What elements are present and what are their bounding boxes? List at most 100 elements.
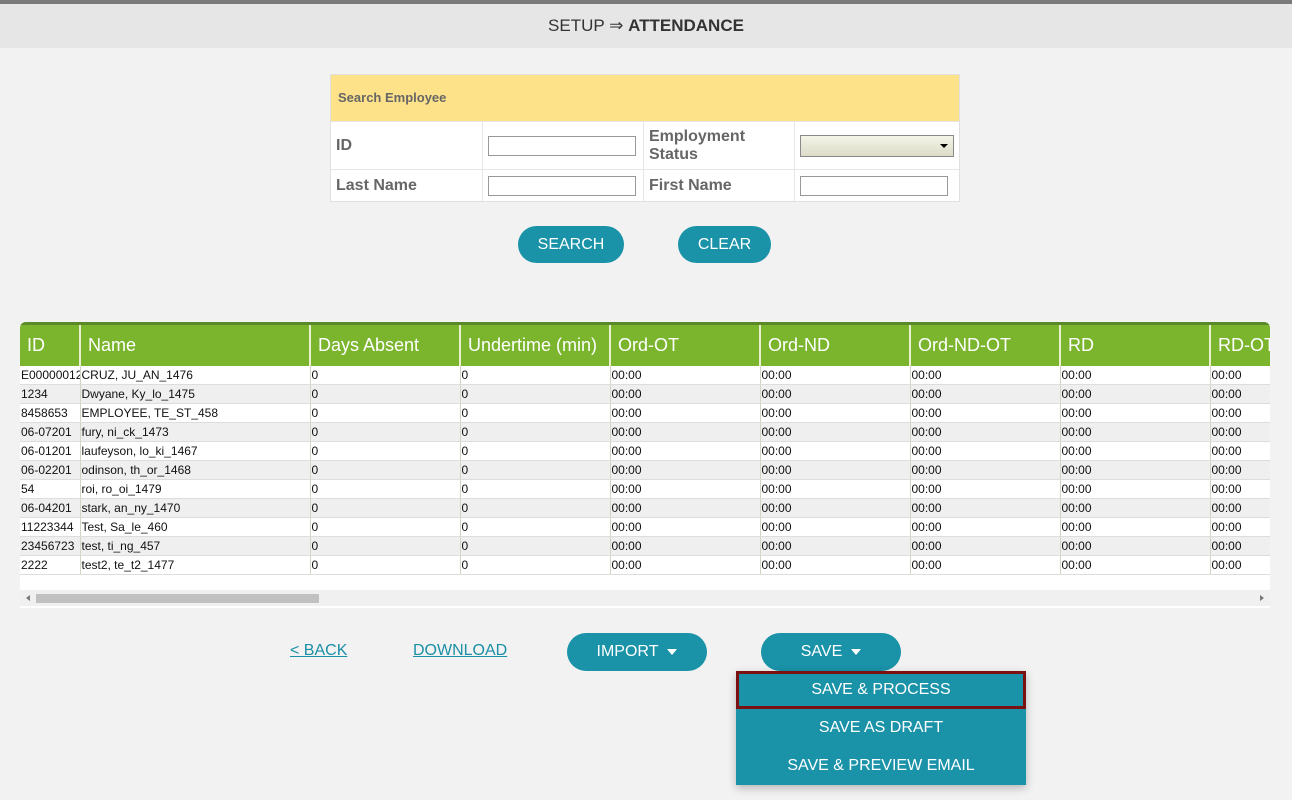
table-cell[interactable]: 00:00 (910, 366, 1061, 385)
table-cell[interactable]: 00:00 (1060, 460, 1211, 480)
table-cell[interactable]: 00:00 (760, 517, 911, 537)
table-cell[interactable]: 0 (310, 498, 461, 518)
table-cell[interactable]: 0 (310, 536, 461, 556)
table-cell[interactable]: 00:00 (910, 479, 1061, 499)
table-cell[interactable]: 00:00 (760, 441, 911, 461)
download-link[interactable]: DOWNLOAD (413, 642, 507, 660)
scrollbar-thumb[interactable] (36, 594, 319, 603)
table-cell[interactable]: 00:00 (760, 366, 911, 385)
table-cell[interactable]: 00:00 (910, 422, 1061, 442)
table-row[interactable]: 06-01201 laufeyson, lo_ki_1467 0 0 00:00 00:0… (20, 441, 1270, 461)
table-cell[interactable]: 00:00 (610, 555, 761, 575)
table-cell[interactable]: 00:00 (1060, 498, 1211, 518)
table-cell[interactable]: 00:00 (760, 422, 911, 442)
table-cell[interactable]: 00:00 (1060, 403, 1211, 423)
table-cell[interactable]: 00:00 (1210, 441, 1270, 461)
table-cell[interactable]: 00:00 (910, 555, 1061, 575)
table-cell[interactable]: 0 (460, 441, 611, 461)
table-cell[interactable]: 00:00 (610, 366, 761, 385)
table-cell[interactable]: 00:00 (610, 498, 761, 518)
table-cell[interactable]: 0 (310, 441, 461, 461)
column-header[interactable]: ID (20, 322, 81, 366)
table-cell[interactable]: 0 (460, 403, 611, 423)
save-process-item[interactable]: SAVE & PROCESS (736, 671, 1026, 709)
table-row[interactable]: 06-07201 fury, ni_ck_1473 0 0 00:00 00:00 00:0… (20, 422, 1270, 442)
table-row[interactable]: 1234 Dwyane, Ky_lo_1475 0 0 00:00 00:00 00:00 0… (20, 384, 1270, 404)
save-preview-email-item[interactable]: SAVE & PREVIEW EMAIL (736, 747, 1026, 785)
column-header[interactable]: Days Absent (310, 322, 461, 366)
table-cell[interactable]: 0 (460, 536, 611, 556)
column-header[interactable]: Name (80, 322, 311, 366)
table-row[interactable]: 11223344 Test, Sa_le_460 0 0 00:00 00:00 00:00… (20, 517, 1270, 537)
import-button[interactable]: IMPORT (567, 633, 707, 671)
table-row[interactable]: 06-02201 odinson, th_or_1468 0 0 00:00 00:00 0… (20, 460, 1270, 480)
column-header[interactable]: RD (1060, 322, 1211, 366)
save-draft-item[interactable]: SAVE AS DRAFT (736, 709, 1026, 747)
table-cell[interactable]: 00:00 (1060, 441, 1211, 461)
table-cell[interactable]: 00:00 (1210, 479, 1270, 499)
table-cell[interactable]: 00:00 (1210, 460, 1270, 480)
table-cell[interactable]: 00:00 (610, 441, 761, 461)
table-row[interactable]: E000000123CRUZ, JU_AN_14760000:0000:0000… (20, 366, 1270, 385)
column-header[interactable]: RD-OT (1210, 322, 1270, 366)
table-cell[interactable]: 00:00 (910, 441, 1061, 461)
table-cell[interactable]: 0 (460, 555, 611, 575)
first-name-input[interactable] (800, 175, 948, 196)
table-cell[interactable]: 00:00 (760, 498, 911, 518)
column-header[interactable]: Ord-ND (760, 322, 911, 366)
table-cell[interactable]: 00:00 (910, 384, 1061, 404)
table-cell[interactable]: 00:00 (1060, 422, 1211, 442)
table-row[interactable]: 06-04201 stark, an_ny_1470 0 0 00:00 00:00 00:… (20, 498, 1270, 518)
table-cell[interactable]: 00:00 (1210, 384, 1270, 404)
table-cell[interactable]: 0 (460, 460, 611, 480)
table-cell[interactable]: 0 (310, 479, 461, 499)
table-cell[interactable]: 00:00 (1060, 384, 1211, 404)
table-cell[interactable]: 00:00 (610, 422, 761, 442)
table-cell[interactable]: 0 (310, 366, 461, 385)
table-row[interactable]: 2222 test2, te_t2_1477 0 0 00:00 00:00 00:00 00… (20, 555, 1270, 575)
employment-status-select[interactable] (800, 134, 954, 157)
table-cell[interactable]: 00:00 (1060, 366, 1211, 385)
table-cell[interactable]: 00:00 (910, 517, 1061, 537)
table-cell[interactable]: 0 (310, 460, 461, 480)
table-cell[interactable]: 00:00 (1210, 517, 1270, 537)
table-row[interactable]: 54 roi, ro_oi_1479 0 0 00:00 00:00 00:00 00:00 0… (20, 479, 1270, 499)
column-header[interactable]: Ord-OT (610, 322, 761, 366)
table-cell[interactable]: 00:00 (760, 479, 911, 499)
search-button[interactable]: SEARCH (518, 226, 624, 263)
table-cell[interactable]: 0 (310, 555, 461, 575)
table-cell[interactable]: 00:00 (760, 384, 911, 404)
table-cell[interactable]: 0 (310, 517, 461, 537)
table-cell[interactable]: 0 (460, 422, 611, 442)
table-cell[interactable]: 00:00 (1060, 536, 1211, 556)
scroll-left-icon[interactable] (26, 595, 30, 601)
horizontal-scrollbar[interactable] (20, 590, 1270, 606)
table-cell[interactable]: 00:00 (1210, 366, 1270, 385)
table-cell[interactable]: 00:00 (760, 403, 911, 423)
table-cell[interactable]: 00:00 (1060, 479, 1211, 499)
table-cell[interactable]: 00:00 (1210, 555, 1270, 575)
table-row[interactable]: 8458653 EMPLOYEE, TE_ST_458 0 0 00:00 00:00 00… (20, 403, 1270, 423)
table-cell[interactable]: 00:00 (1210, 403, 1270, 423)
id-input[interactable] (488, 135, 636, 156)
clear-button[interactable]: CLEAR (678, 226, 771, 263)
table-cell[interactable]: 00:00 (610, 536, 761, 556)
table-cell[interactable]: 00:00 (1210, 422, 1270, 442)
table-cell[interactable]: 00:00 (610, 479, 761, 499)
table-cell[interactable]: 00:00 (910, 498, 1061, 518)
table-cell[interactable]: 00:00 (760, 536, 911, 556)
save-button[interactable]: SAVE (761, 633, 901, 671)
table-cell[interactable]: 00:00 (910, 403, 1061, 423)
table-cell[interactable]: 00:00 (910, 536, 1061, 556)
table-cell[interactable]: 0 (460, 384, 611, 404)
table-cell[interactable]: 00:00 (760, 460, 911, 480)
table-cell[interactable]: 0 (460, 366, 611, 385)
last-name-input[interactable] (488, 175, 636, 196)
table-cell[interactable]: 00:00 (1210, 536, 1270, 556)
table-cell[interactable]: 00:00 (610, 384, 761, 404)
table-cell[interactable]: 0 (460, 517, 611, 537)
table-cell[interactable]: 00:00 (760, 555, 911, 575)
table-cell[interactable]: 0 (460, 479, 611, 499)
table-cell[interactable]: 0 (310, 422, 461, 442)
table-row[interactable]: 23456723 test, ti_ng_457 0 0 00:00 00:00 00:00… (20, 536, 1270, 556)
